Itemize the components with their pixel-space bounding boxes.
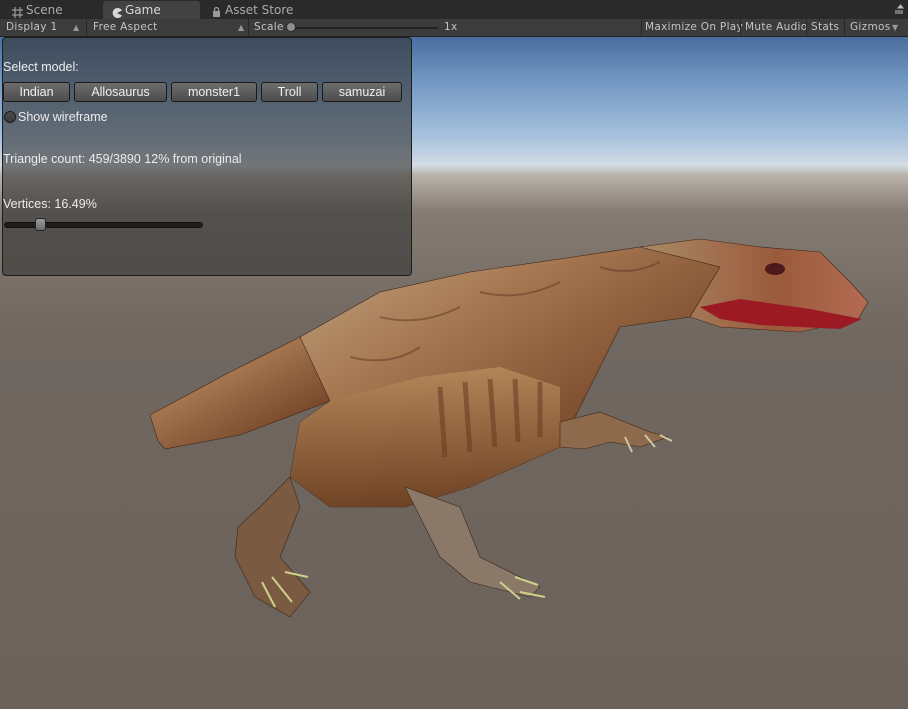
model-controls-panel: Select model: Indian Allosaurus monster1… [2,37,412,276]
display-label: Display 1 [6,21,58,33]
gizmos-dropdown-icon[interactable]: ▼ [892,19,898,36]
gizmos-dropdown[interactable]: Gizmos [850,19,891,36]
wireframe-toggle[interactable] [4,111,16,123]
scale-label: Scale [254,21,284,33]
model-button-monster1[interactable]: monster1 [171,82,257,102]
scale-slider-track[interactable] [290,27,438,29]
game-viewport[interactable]: Select model: Indian Allosaurus monster1… [0,37,908,709]
vertices-slider-track[interactable] [4,222,203,228]
display-dropdown[interactable]: Display 1 [6,19,57,36]
aspect-dropdown[interactable]: Free Aspect [93,19,158,36]
stats-button[interactable]: Stats [811,19,839,36]
tab-asset-store[interactable]: Asset Store [205,1,305,19]
model-button-samuzai[interactable]: samuzai [322,82,402,102]
vertices-slider-thumb[interactable] [35,218,46,231]
model-button-troll[interactable]: Troll [261,82,318,102]
tab-game-label: Game [125,3,161,17]
select-model-label: Select model: [3,60,79,74]
tab-scene-label: Scene [26,3,63,17]
mute-audio-button[interactable]: Mute Audio [745,19,807,36]
tab-game[interactable]: Game [103,1,200,19]
tab-scene[interactable]: Scene [6,1,82,19]
editor-tab-bar: Scene Game Asset Store [0,0,908,19]
display-updown-icon: ▲ [73,23,80,32]
gizmos-label: Gizmos [850,21,891,33]
aspect-updown-icon: ▲ [238,23,245,32]
aspect-label: Free Aspect [93,21,158,33]
wireframe-label[interactable]: Show wireframe [18,110,108,124]
maximize-on-play-button[interactable]: Maximize On Play [645,19,743,36]
triangle-count-text: Triangle count: 459/3890 12% from origin… [3,152,242,166]
game-view-toolbar: Display 1 ▲ Free Aspect ▲ Scale 1x Maxim… [0,19,908,37]
vertices-label: Vertices: 16.49% [3,197,97,211]
tab-asset-store-label: Asset Store [225,3,294,17]
model-button-allosaurus[interactable]: Allosaurus [74,82,167,102]
model-button-indian[interactable]: Indian [3,82,70,102]
tab-menu-icon[interactable] [892,2,905,17]
scale-slider-thumb[interactable] [286,22,296,32]
scale-value: 1x [444,21,458,33]
